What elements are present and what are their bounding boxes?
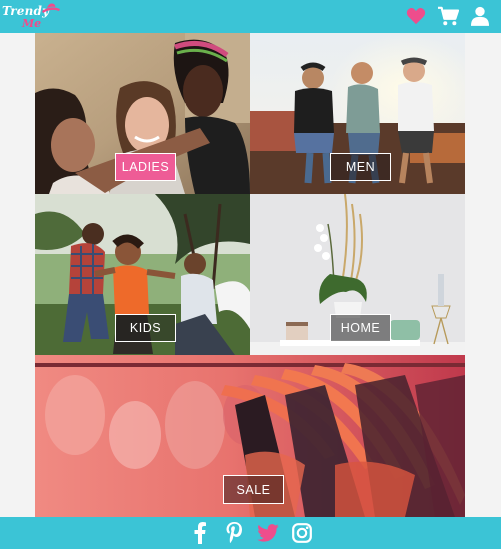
pinterest-icon[interactable]: [223, 522, 245, 544]
category-grid: LADIES MEN KIDS HOME SALE: [35, 33, 465, 517]
category-tile-men[interactable]: MEN: [250, 33, 465, 194]
category-label-home[interactable]: HOME: [330, 314, 391, 342]
instagram-icon[interactable]: [291, 522, 313, 544]
category-tile-home[interactable]: HOME: [250, 194, 465, 355]
facebook-icon[interactable]: [189, 522, 211, 544]
heart-icon[interactable]: [405, 5, 427, 27]
logo-text-me: Me: [22, 17, 42, 30]
category-tile-kids[interactable]: KIDS: [35, 194, 250, 355]
top-nav-bar: Trendy Me: [0, 0, 501, 33]
footer-social-bar: [0, 517, 501, 549]
user-icon[interactable]: [469, 5, 491, 27]
brand-logo[interactable]: Trendy Me: [2, 1, 62, 33]
twitter-icon[interactable]: [256, 522, 279, 544]
category-tile-ladies[interactable]: LADIES: [35, 33, 250, 194]
category-tile-sale[interactable]: SALE: [35, 355, 465, 517]
hat-icon: [42, 3, 60, 13]
category-label-sale[interactable]: SALE: [223, 475, 284, 504]
category-label-ladies[interactable]: LADIES: [115, 153, 176, 181]
cart-icon[interactable]: [437, 5, 459, 27]
category-label-kids[interactable]: KIDS: [115, 314, 176, 342]
category-label-men[interactable]: MEN: [330, 153, 391, 181]
